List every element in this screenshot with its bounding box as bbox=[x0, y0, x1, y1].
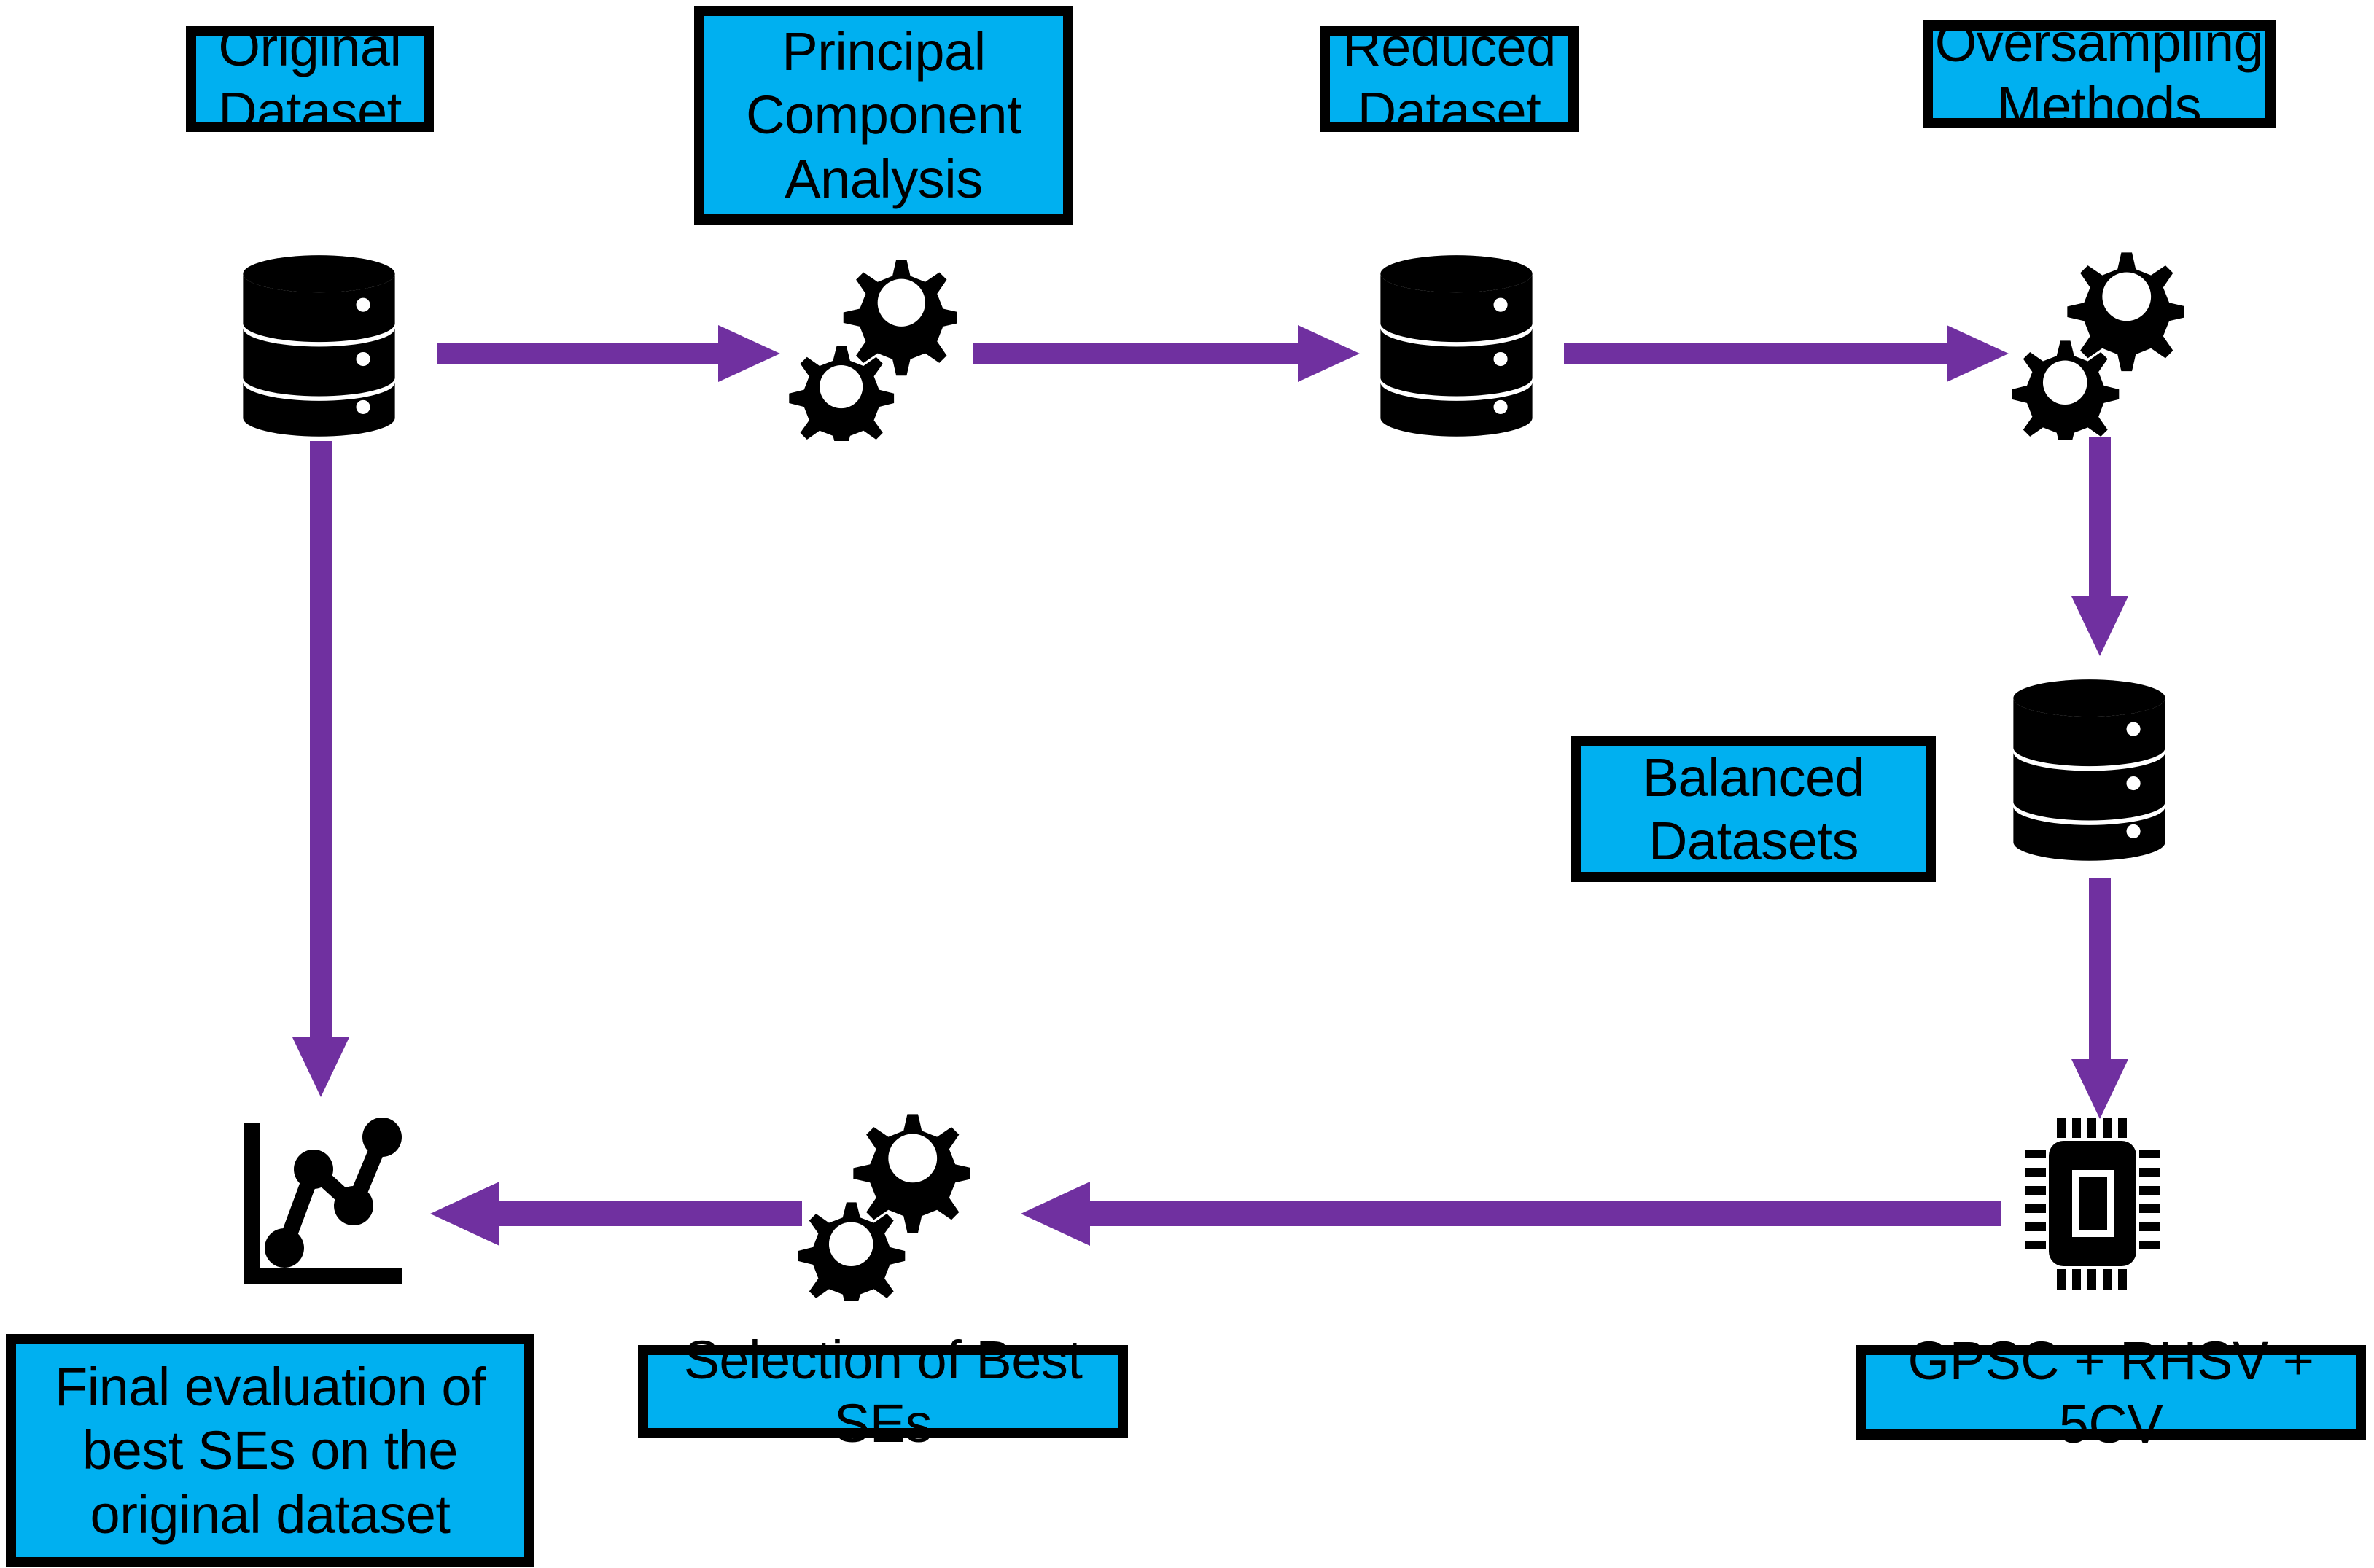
node-balanced-datasets[interactable]: Balanced Datasets bbox=[1571, 736, 1936, 882]
arrow-pca-to-reduced bbox=[973, 321, 1360, 386]
gears-icon bbox=[2009, 246, 2184, 440]
database-icon bbox=[2011, 678, 2168, 864]
arrow-balanced-to-gpsc bbox=[2067, 878, 2133, 1119]
arrow-gpsc-to-selection bbox=[1021, 1177, 2001, 1250]
cpu-chip-icon bbox=[2001, 1108, 2184, 1299]
line-chart-icon bbox=[227, 1102, 410, 1306]
node-principal-component-analysis[interactable]: Principal Component Analysis bbox=[694, 6, 1073, 225]
arrow-oversampling-to-balanced bbox=[2067, 437, 2133, 656]
arrow-original-to-final-evaluation bbox=[288, 441, 354, 1097]
node-oversampling-methods[interactable]: Oversampling Methods bbox=[1923, 12, 2276, 136]
gears-icon bbox=[795, 1108, 970, 1301]
arrow-selection-to-final-evaluation bbox=[430, 1177, 802, 1250]
node-reduced-dataset[interactable]: Reduced Dataset bbox=[1320, 17, 1579, 141]
database-icon bbox=[1378, 254, 1535, 440]
database-icon bbox=[241, 254, 397, 440]
node-selection-of-best-ses[interactable]: Selection of Best SEs bbox=[638, 1330, 1128, 1454]
arrow-original-to-pca bbox=[437, 321, 780, 386]
gears-icon bbox=[786, 255, 957, 441]
flowchart-canvas: Original Dataset Principal Component Ana… bbox=[0, 0, 2374, 1568]
arrow-reduced-to-oversampling bbox=[1564, 321, 2009, 386]
node-gpsc-rhsv-5cv[interactable]: GPSC + RHSV + 5CV bbox=[1856, 1330, 2366, 1454]
node-original-dataset[interactable]: Original Dataset bbox=[186, 17, 434, 141]
node-final-evaluation[interactable]: Final evaluation of best SEs on the orig… bbox=[6, 1334, 534, 1567]
